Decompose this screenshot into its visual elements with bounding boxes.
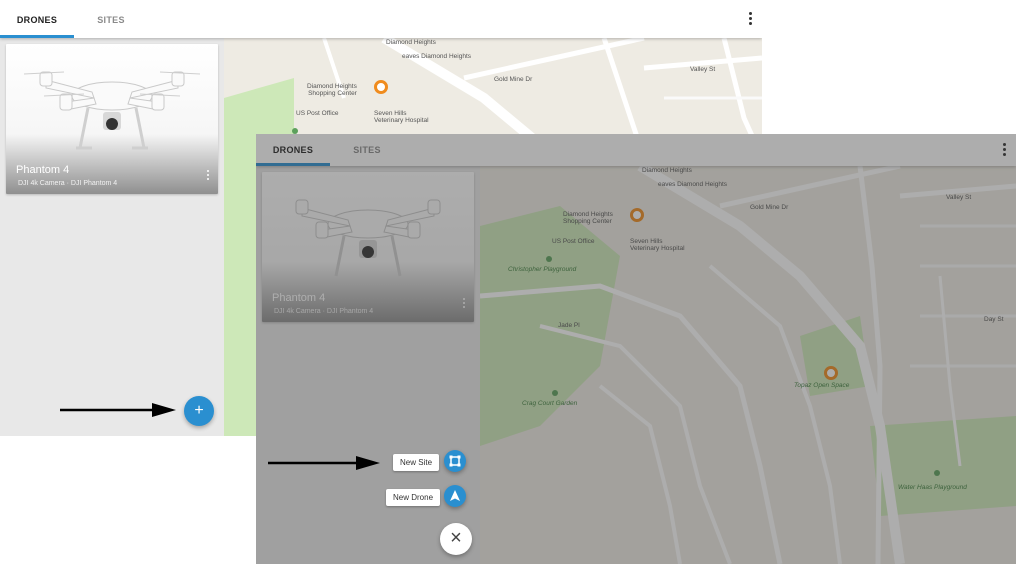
- map-label: US Post Office: [552, 238, 595, 245]
- drone-card[interactable]: Phantom 4 DJI 4k Camera · DJI Phantom 4: [262, 172, 474, 322]
- tab-bar: DRONES SITES: [256, 134, 1016, 166]
- new-site-button[interactable]: [444, 450, 466, 472]
- new-drone-label[interactable]: New Drone: [386, 489, 441, 506]
- tab-drones[interactable]: DRONES: [0, 0, 74, 38]
- overflow-menu-icon[interactable]: [998, 142, 1010, 158]
- new-site-label[interactable]: New Site: [393, 454, 440, 471]
- card-menu-icon[interactable]: [206, 170, 210, 182]
- drone-list: Phantom 4 DJI 4k Camera · DJI Phantom 4 …: [0, 38, 224, 436]
- location-pin-icon[interactable]: [374, 80, 388, 94]
- map-label: Crag Court Garden: [522, 400, 578, 407]
- tab-drones[interactable]: DRONES: [256, 134, 330, 166]
- drone-subtitle: DJI 4k Camera · DJI Phantom 4: [18, 180, 118, 187]
- new-drone-button[interactable]: [444, 485, 466, 507]
- map-label: Diamond Heights: [386, 39, 436, 46]
- close-button[interactable]: ×: [440, 523, 472, 555]
- location-pin-icon[interactable]: [630, 208, 644, 222]
- map-label: US Post Office: [296, 110, 339, 117]
- park-icon: [934, 470, 940, 476]
- drone-subtitle: DJI 4k Camera · DJI Phantom 4: [274, 308, 374, 315]
- drone-name: Phantom 4: [16, 164, 70, 176]
- navigation-arrow-icon: [450, 490, 460, 501]
- map-label: Seven Hills Veterinary Hospital: [374, 110, 429, 124]
- map-label: Valley St: [946, 194, 972, 201]
- drone-image: [23, 71, 201, 150]
- map-label: Topaz Open Space: [794, 382, 850, 389]
- map-label: Valley St: [690, 66, 716, 73]
- drone-name: Phantom 4: [272, 292, 326, 304]
- map-label: Water Haas Playground: [898, 484, 967, 491]
- map-label: eaves Diamond Heights: [658, 181, 728, 188]
- map-label: Seven Hills Veterinary Hospital: [630, 238, 685, 252]
- tab-sites[interactable]: SITES: [330, 134, 404, 166]
- tab-sites[interactable]: SITES: [74, 0, 148, 38]
- map-view[interactable]: Diamond Heights eaves Diamond Heights Go…: [480, 166, 1016, 564]
- map-label: Gold Mine Dr: [750, 204, 789, 211]
- map-label: Jade Pl: [558, 322, 580, 329]
- front-screenshot: DRONES SITES Phantom 4 DJI 4k Camera · D…: [256, 134, 1016, 564]
- overflow-menu-icon[interactable]: [744, 11, 756, 27]
- map-label: Gold Mine Dr: [494, 76, 533, 83]
- annotation-arrow-icon: [268, 456, 380, 470]
- map-label: Diamond Heights Shopping Center: [307, 83, 357, 97]
- site-icon: [449, 455, 461, 467]
- card-menu-icon[interactable]: [462, 298, 466, 310]
- add-button[interactable]: +: [184, 396, 214, 426]
- map-label: Day St: [984, 316, 1004, 323]
- location-pin-icon[interactable]: [824, 366, 838, 380]
- map-roads: [480, 166, 1016, 564]
- park-icon: [546, 256, 552, 262]
- annotation-arrow-icon: [60, 403, 176, 417]
- map-label: Christopher Playground: [508, 266, 577, 273]
- tab-bar: DRONES SITES: [0, 0, 762, 38]
- drone-card[interactable]: Phantom 4 DJI 4k Camera · DJI Phantom 4: [6, 44, 218, 194]
- drone-image: [295, 199, 441, 277]
- map-label: Diamond Heights Shopping Center: [563, 211, 613, 225]
- map-label: eaves Diamond Heights: [402, 53, 472, 60]
- map-label: Diamond Heights: [642, 167, 692, 174]
- park-icon: [552, 390, 558, 396]
